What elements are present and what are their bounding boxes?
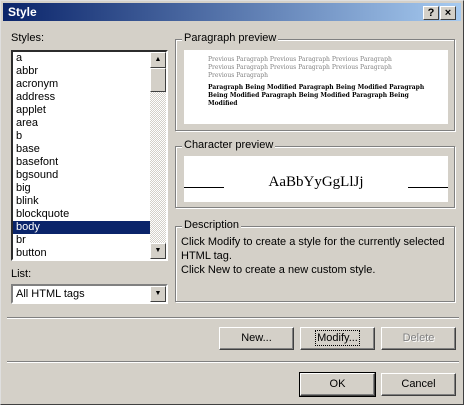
styles-label: Styles:	[11, 32, 45, 44]
style-list-item[interactable]: applet	[13, 104, 151, 117]
modify-button[interactable]: Modify...	[300, 327, 375, 350]
description-line: HTML tag.	[181, 250, 232, 262]
list-dropdown-value: All HTML tags	[16, 288, 85, 300]
scroll-thumb[interactable]	[150, 68, 166, 92]
styles-listbox[interactable]: a abbr acronym address applet area b base basefo…	[11, 50, 168, 261]
modified-paragraph-line: Being Modified Paragraph Being Modified …	[208, 92, 409, 99]
character-preview-caption: Character preview	[182, 139, 276, 151]
character-preview-box: AaBbYyGgLlJj	[184, 156, 448, 202]
description-group: Description Click Modify to create a sty…	[175, 219, 455, 302]
cancel-button-label: Cancel	[401, 378, 436, 390]
style-list-item[interactable]: basefont	[13, 156, 151, 169]
style-list-item[interactable]: big	[13, 182, 151, 195]
style-list-item[interactable]: acronym	[13, 78, 151, 91]
previous-paragraph-line: Previous Paragraph Previous Paragraph Pr…	[208, 56, 392, 63]
style-list-item[interactable]: button	[13, 247, 151, 259]
paragraph-preview-group: Paragraph preview Previous Paragraph Pre…	[175, 32, 455, 131]
new-button[interactable]: New...	[219, 327, 294, 350]
style-list-item[interactable]: a	[13, 52, 151, 65]
help-icon[interactable]: ?	[423, 6, 439, 20]
style-list-item[interactable]: address	[13, 91, 151, 104]
character-sample: AaBbYyGgLlJj	[268, 174, 364, 190]
modified-paragraph-line: Paragraph Being Modified Paragraph Being…	[208, 84, 425, 91]
list-dropdown[interactable]: All HTML tags ▼	[11, 284, 168, 304]
modify-button-label: Modify...	[315, 330, 360, 346]
style-list-item[interactable]: blink	[13, 195, 151, 208]
scroll-up-icon[interactable]: ▲	[150, 52, 166, 68]
ok-button[interactable]: OK	[299, 372, 376, 397]
character-preview-group: Character preview AaBbYyGgLlJj	[175, 139, 455, 208]
scroll-down-icon[interactable]: ▼	[150, 243, 166, 259]
previous-paragraph-line: Previous Paragraph	[208, 72, 269, 79]
style-dialog: Style ? × Styles: a abbr acronym address app…	[0, 0, 464, 405]
previous-paragraph-line: Previous Paragraph Previous Paragraph Pr…	[208, 64, 392, 71]
style-list-item[interactable]: body	[13, 221, 151, 234]
styles-scrollbar[interactable]: ▲ ▼	[150, 52, 166, 259]
list-label: List:	[11, 268, 32, 280]
paragraph-preview-caption: Paragraph preview	[182, 32, 279, 44]
style-list-item[interactable]: br	[13, 234, 151, 247]
preview-rule-right	[408, 187, 448, 188]
paragraph-preview-box: Previous Paragraph Previous Paragraph Pr…	[184, 50, 448, 124]
style-list-item[interactable]: bgsound	[13, 169, 151, 182]
window-title: Style	[8, 5, 37, 19]
style-list-item[interactable]: abbr	[13, 65, 151, 78]
title-bar: Style ? ×	[3, 3, 461, 21]
modified-paragraph-line: Modified	[208, 100, 238, 107]
description-caption: Description	[182, 219, 242, 231]
cancel-button[interactable]: Cancel	[381, 373, 456, 396]
delete-button-label: Delete	[402, 332, 435, 344]
style-list-item[interactable]: b	[13, 130, 151, 143]
separator	[7, 361, 459, 363]
description-text: Click Modify to create a style for the c…	[181, 235, 451, 277]
style-list-item[interactable]: area	[13, 117, 151, 130]
close-icon[interactable]: ×	[440, 6, 456, 20]
ok-button-label: OK	[329, 378, 346, 390]
description-line: Click New to create a new custom style.	[181, 264, 376, 276]
new-button-label: New...	[241, 332, 272, 344]
chevron-down-icon[interactable]: ▼	[150, 286, 166, 302]
separator	[7, 317, 459, 319]
delete-button[interactable]: Delete	[381, 327, 456, 350]
style-list-item[interactable]: blockquote	[13, 208, 151, 221]
description-line: Click Modify to create a style for the c…	[181, 236, 445, 248]
style-list-item[interactable]: base	[13, 143, 151, 156]
